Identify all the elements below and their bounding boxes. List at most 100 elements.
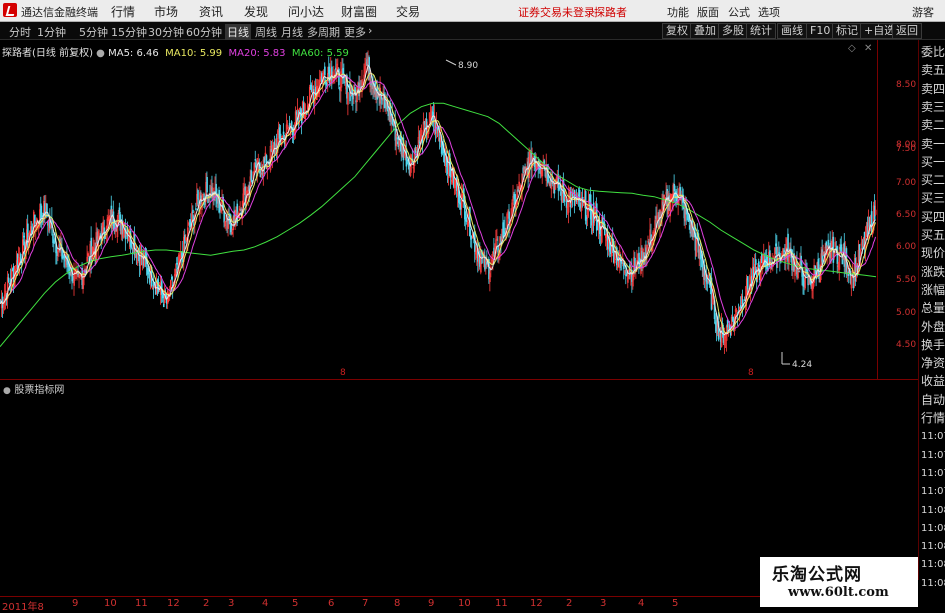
side-panel-item[interactable]: 11:08 — [921, 540, 945, 553]
candle-body — [302, 103, 305, 114]
side-panel-item[interactable]: 11:08 — [921, 522, 945, 535]
side-panel-item[interactable]: 11:07 — [921, 485, 945, 498]
side-panel-item[interactable]: 11:08 — [921, 504, 945, 517]
indicator-panel[interactable] — [0, 395, 877, 595]
side-panel-item[interactable]: 11:07 — [921, 449, 945, 462]
menu-item-formula[interactable]: 公式 — [728, 4, 750, 20]
side-panel-item[interactable]: 11:08 — [921, 558, 945, 571]
menu-item-ask[interactable]: 问小达 — [288, 3, 324, 20]
side-panel-item[interactable]: 外盘 — [921, 320, 945, 334]
period-60min[interactable]: 60分钟 — [186, 24, 222, 40]
period-more[interactable]: 更多 — [344, 24, 366, 40]
statistics-button[interactable]: 统计 — [746, 23, 776, 39]
guest-label[interactable]: 游客 — [912, 4, 934, 20]
candle-body — [352, 95, 354, 100]
side-panel-item[interactable]: 买二 — [921, 174, 945, 187]
candle-body — [41, 215, 43, 218]
login-status[interactable]: 证券交易未登录 — [518, 4, 595, 20]
menu-item-options[interactable]: 选项 — [758, 4, 780, 20]
candle-body — [775, 243, 777, 247]
side-panel-item[interactable]: 换手 — [921, 338, 945, 352]
menu-item-news[interactable]: 资讯 — [199, 3, 223, 20]
y-tick: 8.50 — [896, 80, 917, 90]
period-30min[interactable]: 30分钟 — [148, 24, 184, 40]
x-tick: 4 — [262, 598, 269, 609]
side-panel-item[interactable]: 卖五 — [921, 64, 945, 77]
candle-body — [23, 235, 25, 238]
multi-stock-button[interactable]: 多股 — [718, 23, 748, 39]
candle-body — [53, 241, 55, 245]
candle-body — [104, 235, 107, 239]
menu-item-function[interactable]: 功能 — [667, 4, 689, 20]
menu-item-trade[interactable]: 交易 — [396, 3, 420, 20]
period-5min[interactable]: 5分钟 — [79, 24, 108, 40]
mark-button[interactable]: 标记 — [832, 23, 862, 39]
side-panel-item[interactable]: 净资 — [921, 357, 945, 370]
x-tick: 4 — [638, 598, 645, 609]
side-panel-item[interactable]: 涨跌 — [921, 265, 945, 279]
price-axis: 8.50 8.00 7.50 7.00 6.50 6.00 5.50 5.00 … — [877, 40, 918, 380]
candle-body — [673, 183, 676, 192]
x-tick: 9 — [72, 598, 79, 609]
side-panel-item[interactable]: 收益 — [921, 375, 945, 388]
y-tick: 5.00 — [896, 308, 917, 318]
f10-button[interactable]: F10 — [806, 23, 835, 39]
side-panel-item[interactable]: 卖三 — [921, 100, 945, 114]
candle-body — [7, 277, 10, 283]
candle-body — [621, 261, 623, 264]
candle-body — [466, 220, 468, 222]
period-multi[interactable]: 多周期 — [307, 24, 340, 40]
side-panel-item[interactable]: 买一 — [921, 155, 945, 169]
side-panel-item[interactable]: 现价 — [921, 247, 945, 260]
back-button[interactable]: 返回 — [892, 23, 922, 39]
candle-body — [726, 319, 729, 328]
period-timeshare[interactable]: 分时 — [9, 24, 31, 40]
side-panel-item[interactable]: 总量 — [921, 302, 945, 315]
side-panel-item[interactable]: 卖二 — [921, 119, 945, 132]
candle-body — [254, 159, 257, 161]
side-panel-item[interactable]: 涨幅 — [921, 283, 945, 297]
candle-body — [758, 261, 760, 267]
side-panel-item[interactable]: 买四 — [921, 210, 945, 224]
candle-body — [197, 190, 199, 200]
period-weekly[interactable]: 周线 — [255, 24, 277, 40]
side-panel-item[interactable]: 11:07 — [921, 467, 945, 480]
ma10-line — [0, 72, 876, 335]
menu-item-discover[interactable]: 发现 — [244, 3, 268, 20]
candle-body — [755, 259, 757, 265]
chevron-right-icon[interactable]: › — [368, 24, 372, 37]
event-marker[interactable]: 8 — [748, 368, 754, 378]
candle-body — [219, 206, 221, 211]
period-15min[interactable]: 15分钟 — [111, 24, 147, 40]
x-tick: 3 — [228, 598, 235, 609]
side-panel-item[interactable]: 买三 — [921, 192, 945, 205]
side-panel-item[interactable]: 行情 — [921, 412, 945, 425]
menu-item-wealth[interactable]: 财富圈 — [341, 3, 377, 20]
period-monthly[interactable]: 月线 — [281, 24, 303, 40]
kline-chart[interactable]: 8.90 4.24 — [0, 40, 877, 380]
side-panel-item[interactable]: 自动 — [921, 393, 945, 407]
overlay-button[interactable]: 叠加 — [690, 23, 720, 39]
event-marker[interactable]: 8 — [340, 368, 346, 378]
restore-rights-button[interactable]: 复权 — [662, 23, 692, 39]
side-panel-item[interactable]: 买五 — [921, 229, 945, 242]
side-panel-item[interactable]: 卖一 — [921, 137, 945, 151]
side-panel-item[interactable]: 委比 — [921, 46, 945, 59]
candlestick-series — [0, 50, 877, 354]
period-daily[interactable]: 日线 — [225, 24, 251, 40]
side-panel-item[interactable]: 卖四 — [921, 82, 945, 96]
candle-body — [396, 137, 399, 140]
low-label: 4.24 — [792, 360, 812, 370]
menu-item-market[interactable]: 市场 — [154, 3, 178, 20]
menu-item-layout[interactable]: 版面 — [697, 4, 719, 20]
watermark-title: 乐淘公式网 — [772, 565, 862, 585]
y-tick: 6.50 — [896, 210, 917, 220]
candle-body — [162, 304, 165, 308]
x-tick: 12 — [167, 598, 180, 609]
period-1min[interactable]: 1分钟 — [37, 24, 66, 40]
side-panel-item[interactable]: 11:08 — [921, 577, 945, 590]
side-panel-item[interactable]: 11:07 — [921, 430, 945, 443]
draw-line-button[interactable]: 画线 — [777, 23, 807, 39]
menu-item-quotes[interactable]: 行情 — [111, 3, 135, 20]
candle-body — [282, 131, 285, 135]
